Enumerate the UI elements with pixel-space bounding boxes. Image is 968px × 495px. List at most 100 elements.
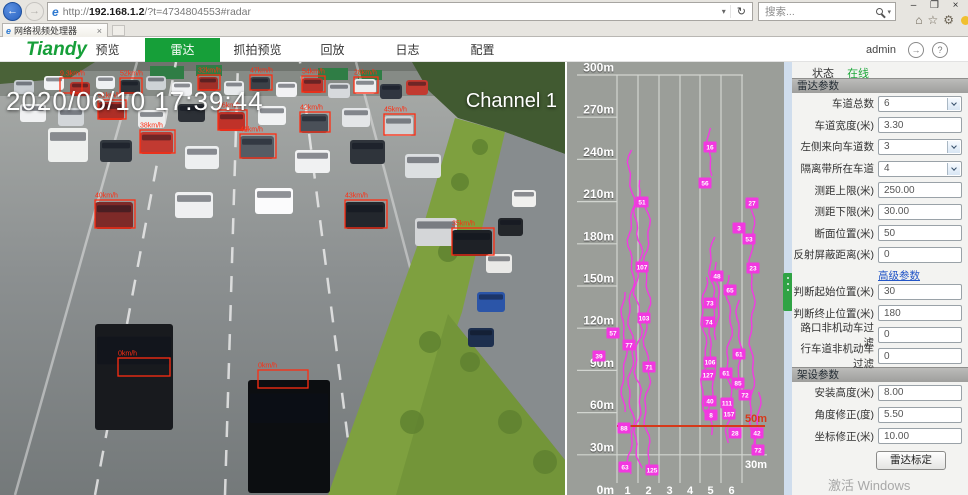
field-row: 判断起始位置(米)30 — [792, 281, 968, 303]
chevron-down-icon[interactable] — [947, 141, 960, 153]
watermark-line1: 激活 Windows — [828, 475, 968, 494]
field-value: 6 — [884, 98, 890, 109]
field-input[interactable]: 30 — [878, 284, 962, 300]
vehicle — [100, 140, 132, 162]
field-row: 行车道非机动车过滤0 — [792, 346, 968, 368]
vehicle — [248, 380, 330, 493]
vehicle — [328, 83, 350, 98]
app-header: Tiandy 预览雷达抓拍预览回放日志配置 admin → ? — [0, 38, 968, 62]
svg-text:103: 103 — [639, 316, 650, 323]
close-button[interactable]: × — [945, 0, 966, 13]
svg-text:28: 28 — [731, 431, 739, 438]
field-input[interactable]: 8.00 — [878, 385, 962, 401]
field-label: 测距下限(米) — [792, 204, 874, 219]
traffic-scene: 9.3km/h52km/h32km/h47km/h54km/h28km/h51k… — [0, 62, 565, 495]
field-select[interactable]: 6 — [878, 96, 962, 112]
nav-tab-0[interactable]: 预览 — [70, 38, 145, 62]
logout-icon[interactable]: → — [908, 42, 924, 58]
minimize-button[interactable]: – — [903, 0, 924, 13]
radar-plot[interactable]: 300m270m240m210m180m150m120m90m60m30m0m5… — [565, 62, 790, 495]
nav-tab-3[interactable]: 回放 — [295, 38, 370, 62]
page: ← → e http:// 192.168.1.2 /?t=4734804553… — [0, 0, 968, 495]
vehicle — [48, 128, 88, 162]
svg-text:88: 88 — [620, 426, 628, 433]
svg-text:5: 5 — [707, 485, 713, 495]
field-value: 3 — [884, 141, 890, 152]
window-controls: – ❐ × — [903, 0, 966, 13]
browser-forward-icon[interactable]: → — [25, 2, 44, 21]
field-input[interactable]: 0 — [878, 247, 962, 263]
radar-target: 3 — [733, 223, 746, 234]
field-value: 30.00 — [884, 206, 909, 217]
svg-text:85: 85 — [734, 381, 742, 388]
video-preview[interactable]: 9.3km/h52km/h32km/h47km/h54km/h28km/h51k… — [0, 62, 565, 495]
svg-text:72: 72 — [754, 448, 762, 455]
radar-target: 61 — [733, 349, 746, 360]
vehicle — [255, 188, 293, 214]
svg-text:107: 107 — [637, 265, 648, 272]
field-label: 测距上限(米) — [792, 183, 874, 198]
field-value: 3.30 — [884, 120, 903, 131]
radar-target: 51 — [636, 197, 649, 208]
radar-target: 23 — [747, 263, 760, 274]
svg-text:51: 51 — [638, 200, 646, 207]
field-input[interactable]: 10.00 — [878, 428, 962, 444]
nav-tab-2[interactable]: 抓拍预览 — [220, 38, 295, 62]
field-input[interactable]: 0 — [878, 327, 962, 343]
section-header: 架设参数 — [792, 367, 968, 382]
link-row: 高级参数 — [792, 266, 968, 281]
field-label: 坐标修正(米) — [792, 429, 874, 444]
field-label: 判断终止位置(米) — [792, 306, 874, 321]
browser-back-icon[interactable]: ← — [3, 2, 22, 21]
vehicle — [342, 108, 370, 127]
chevron-down-icon[interactable] — [947, 163, 960, 175]
radar-target: 107 — [636, 262, 649, 273]
nav-tab-4[interactable]: 日志 — [370, 38, 445, 62]
field-input[interactable]: 50 — [878, 225, 962, 241]
advanced-params-link[interactable]: 高级参数 — [878, 270, 920, 282]
svg-text:39: 39 — [595, 354, 603, 361]
maximize-button[interactable]: ❐ — [924, 0, 945, 13]
vehicle — [406, 80, 428, 95]
search-input[interactable]: 搜索... ▾ — [758, 2, 896, 21]
status-row: 状态 在线 — [792, 62, 968, 78]
field-value: 250.00 — [884, 185, 915, 196]
tab-close-icon[interactable]: × — [95, 26, 104, 36]
svg-text:72: 72 — [741, 393, 749, 400]
svg-text:74: 74 — [705, 320, 713, 327]
nav-tab-1[interactable]: 雷达 — [145, 38, 220, 62]
search-icon[interactable] — [876, 8, 883, 15]
field-input[interactable]: 250.00 — [878, 182, 962, 198]
address-dropdown-icon[interactable]: ▾ — [718, 7, 730, 16]
svg-text:54km/h: 54km/h — [302, 69, 325, 76]
new-tab-button[interactable] — [112, 25, 125, 36]
lane-numbers: 123456 — [624, 485, 734, 495]
nav-tab-5[interactable]: 配置 — [445, 38, 520, 62]
chevron-down-icon[interactable] — [947, 98, 960, 110]
help-icon[interactable]: ? — [932, 42, 948, 58]
field-select[interactable]: 4 — [878, 161, 962, 177]
vehicle — [295, 150, 330, 173]
button-row: 雷达标定 — [792, 447, 968, 471]
field-input[interactable]: 0 — [878, 348, 962, 364]
svg-text:57: 57 — [609, 331, 617, 338]
field-input[interactable]: 180 — [878, 305, 962, 321]
field-input[interactable]: 3.30 — [878, 117, 962, 133]
svg-text:40km/h: 40km/h — [95, 193, 118, 200]
field-value: 30 — [884, 286, 895, 297]
field-select[interactable]: 3 — [878, 139, 962, 155]
field-input[interactable]: 30.00 — [878, 204, 962, 220]
search-dropdown-icon[interactable]: ▾ — [887, 8, 891, 16]
refresh-icon[interactable]: ↻ — [730, 5, 752, 18]
radar-calibrate-button[interactable]: 雷达标定 — [876, 451, 946, 470]
field-label: 断面位置(米) — [792, 226, 874, 241]
field-value: 0 — [884, 329, 890, 340]
field-input[interactable]: 5.50 — [878, 407, 962, 423]
svg-text:43km/h: 43km/h — [345, 193, 368, 200]
radar-target: 72 — [752, 445, 765, 456]
address-bar[interactable]: e http:// 192.168.1.2 /?t=4734804553#rad… — [47, 2, 753, 21]
vehicle — [477, 292, 505, 312]
browser-tab[interactable]: e 网络视频处理器 × — [2, 23, 108, 37]
vehicle — [175, 192, 213, 218]
svg-text:63: 63 — [621, 465, 629, 472]
